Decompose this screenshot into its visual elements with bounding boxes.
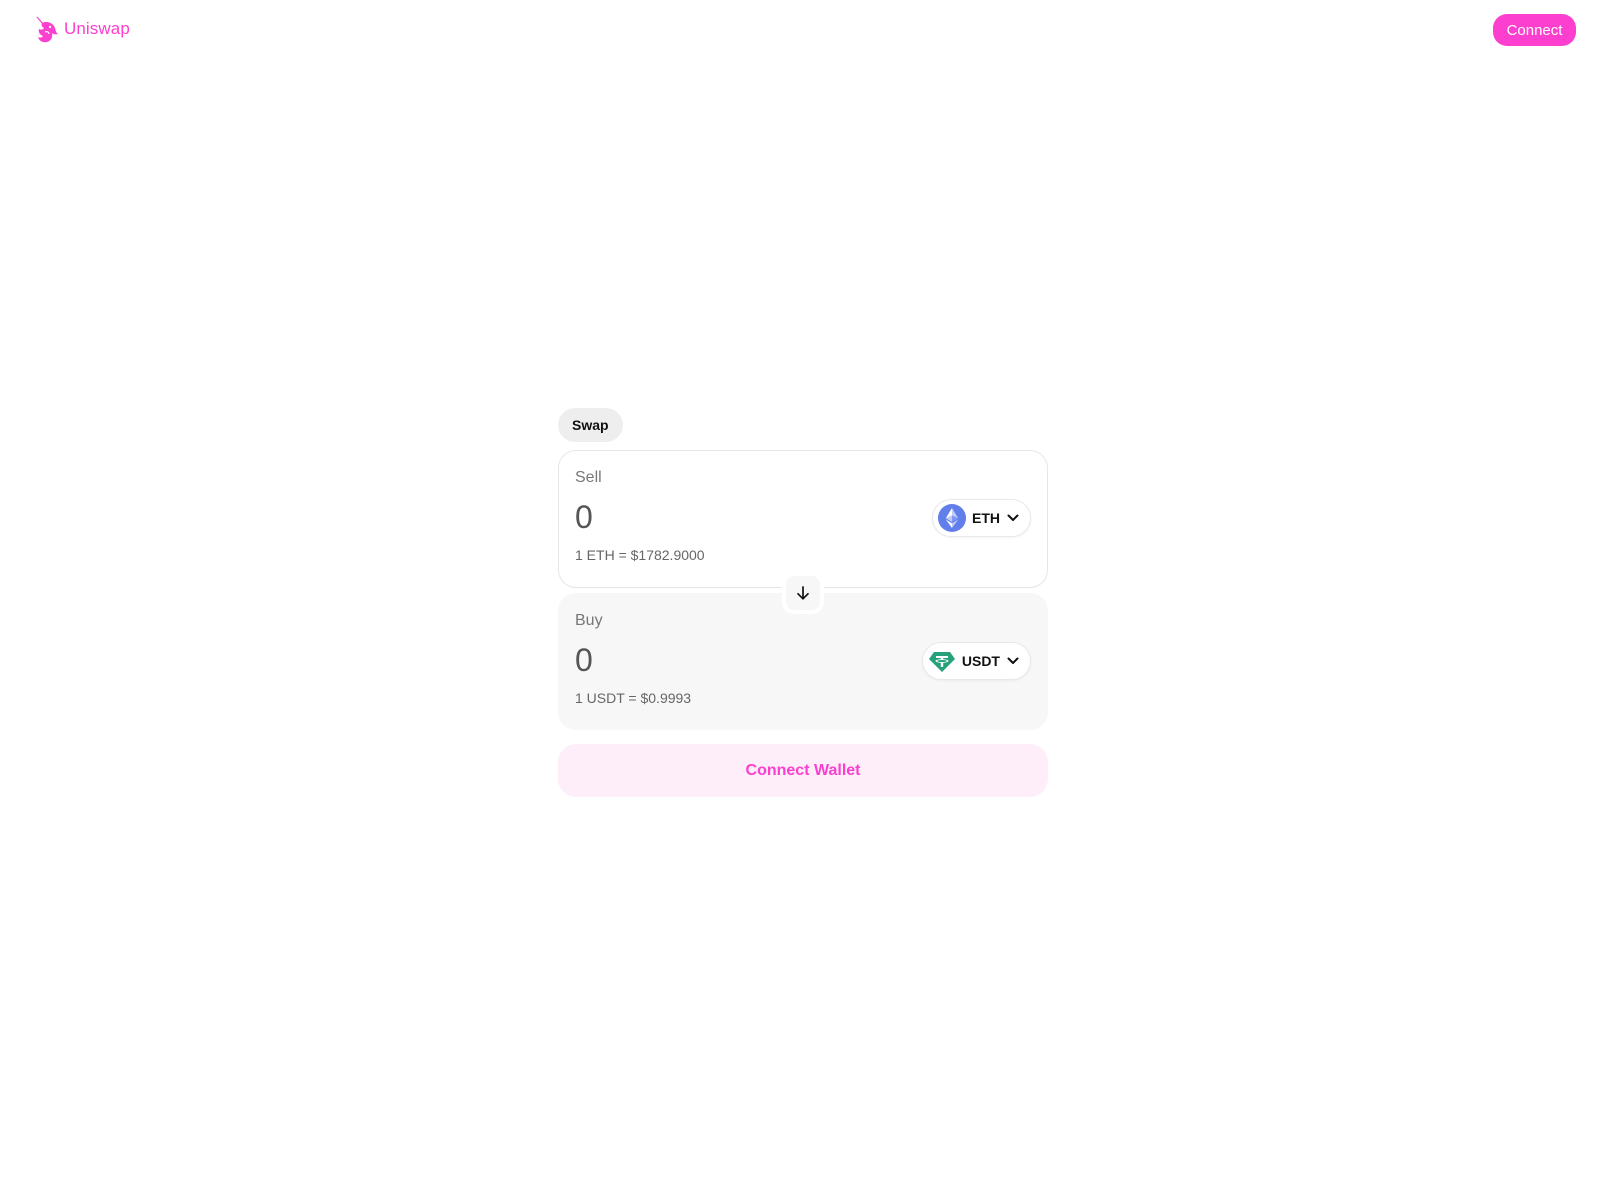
sell-token-symbol: ETH — [972, 510, 1000, 526]
buy-token-selector[interactable]: USDT — [921, 642, 1031, 680]
tab-swap[interactable]: Swap — [558, 408, 623, 442]
arrow-down-icon — [797, 586, 809, 600]
sell-panel: Sell ETH 1 ETH = $1782.9000 — [558, 450, 1048, 588]
top-nav: Uniswap Connect — [0, 0, 1600, 60]
swap-widget: Swap Sell ETH 1 ETH = $1782.9000 — [558, 408, 1048, 797]
ethereum-icon — [938, 504, 966, 532]
connect-button[interactable]: Connect — [1493, 14, 1576, 46]
sell-token-selector[interactable]: ETH — [932, 499, 1031, 537]
connect-wallet-button[interactable]: Connect Wallet — [558, 744, 1048, 797]
tether-icon — [928, 652, 955, 672]
chevron-down-icon — [1007, 514, 1019, 521]
buy-label: Buy — [575, 612, 603, 629]
chevron-down-icon — [1007, 657, 1019, 664]
uniswap-unicorn-icon — [36, 16, 58, 43]
buy-rate: 1 USDT = $0.9993 — [575, 690, 692, 706]
brand-logo-link[interactable]: Uniswap — [34, 14, 130, 44]
buy-amount-input[interactable] — [575, 640, 875, 680]
sell-amount-input[interactable] — [575, 497, 875, 537]
flip-tokens-button[interactable] — [782, 572, 824, 614]
brand-name: Uniswap — [64, 19, 130, 38]
sell-rate: 1 ETH = $1782.9000 — [575, 547, 705, 563]
buy-token-symbol: USDT — [961, 653, 1000, 669]
sell-label: Sell — [575, 469, 602, 486]
